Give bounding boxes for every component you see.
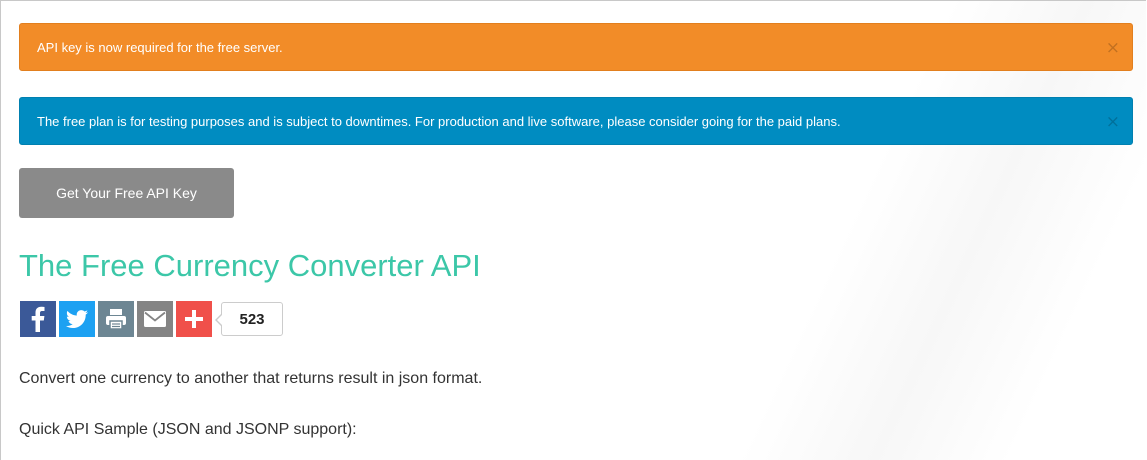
- share-email-button[interactable]: [137, 301, 173, 337]
- get-free-api-key-button[interactable]: Get Your Free API Key: [19, 168, 234, 218]
- print-icon: [106, 309, 126, 330]
- free-plan-info-text: The free plan is for testing purposes an…: [37, 114, 841, 129]
- twitter-icon: [66, 310, 88, 328]
- share-print-button[interactable]: [98, 301, 134, 337]
- free-plan-info-alert: The free plan is for testing purposes an…: [19, 97, 1133, 145]
- close-icon[interactable]: ×: [1106, 24, 1120, 72]
- share-more-button[interactable]: [176, 301, 212, 337]
- page-frame: API key is now required for the free ser…: [0, 0, 1146, 460]
- close-icon[interactable]: ×: [1106, 98, 1120, 146]
- api-key-warning-alert: API key is now required for the free ser…: [19, 23, 1133, 71]
- api-sample-heading: Quick API Sample (JSON and JSONP support…: [19, 421, 357, 438]
- email-icon: [144, 311, 166, 327]
- share-twitter-button[interactable]: [59, 301, 95, 337]
- facebook-icon: [31, 306, 45, 332]
- page-title: The Free Currency Converter API: [19, 248, 481, 283]
- plus-icon: [185, 310, 203, 328]
- api-description: Convert one currency to another that ret…: [19, 370, 483, 387]
- share-count: 523: [215, 302, 283, 336]
- api-key-warning-text: API key is now required for the free ser…: [37, 40, 283, 55]
- share-facebook-button[interactable]: [20, 301, 56, 337]
- share-toolbar: 523: [20, 301, 283, 337]
